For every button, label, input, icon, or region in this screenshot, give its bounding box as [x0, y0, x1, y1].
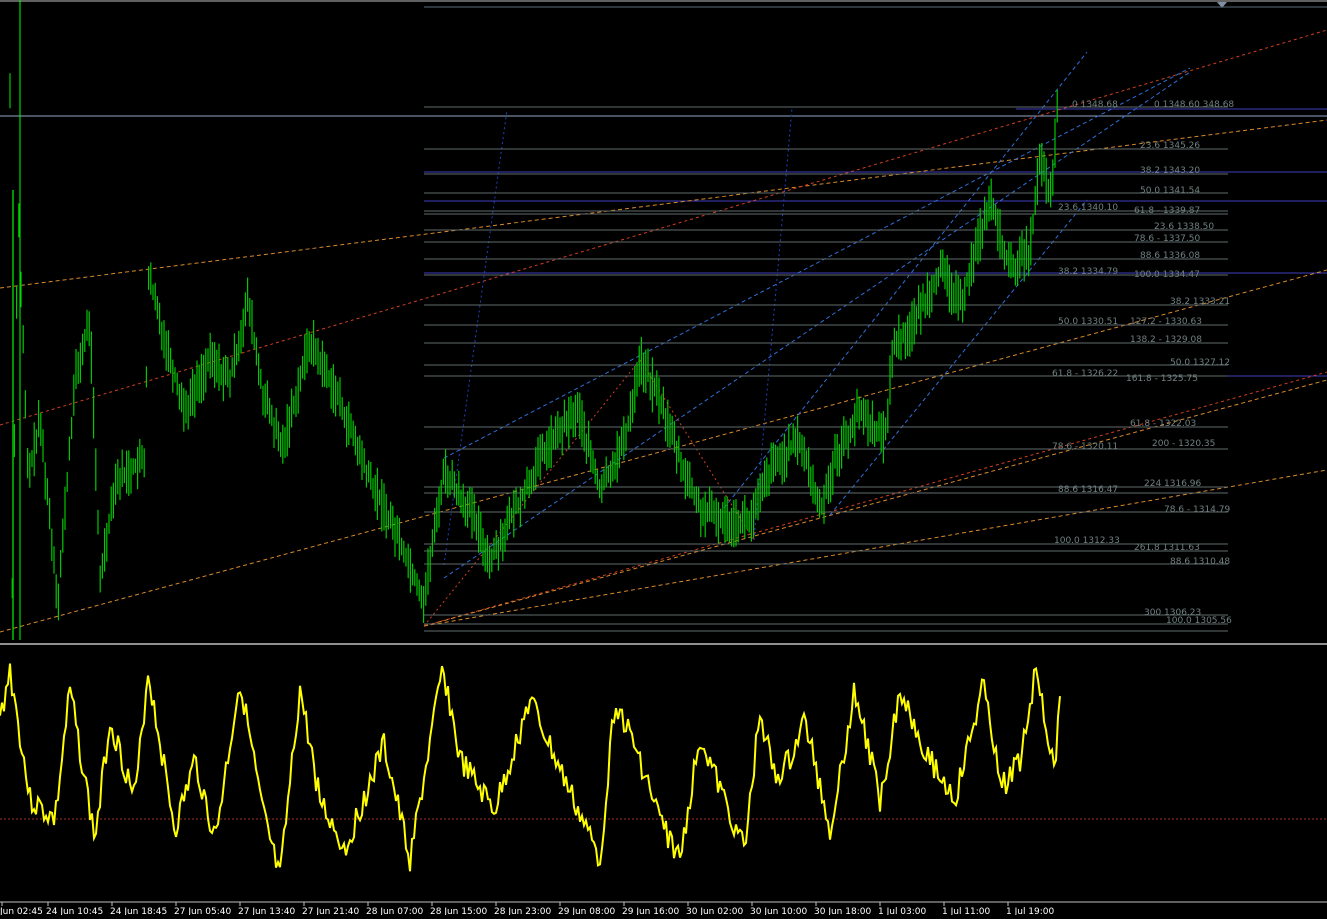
time-axis-label: 27 Jun 21:40 — [302, 907, 359, 915]
fib-label: 78.6 - 1314.79 — [1164, 505, 1230, 515]
fib-label: 0 1348.60 348.68 — [1154, 100, 1234, 110]
fib-label: 23.6 1345.26 — [1140, 141, 1200, 151]
trend-line[interactable] — [723, 51, 1088, 509]
trend-line[interactable] — [423, 379, 1327, 627]
chart-area[interactable]: 0 1348.68 0 1348.60 348.68 23.6 1345.26 38.… — [0, 0, 1327, 917]
fib-label: 23.6 1338.50 — [1154, 222, 1214, 232]
fib-label: 50.0 1327.12 — [1170, 358, 1230, 368]
fib-label: 138.2 - 1329.08 — [1130, 335, 1202, 345]
fib-label: 38.2 1343.20 — [1140, 166, 1200, 176]
fib-label: 50.0 1330.51 — [1058, 317, 1118, 327]
fib-label: 0 1348.68 — [1072, 100, 1118, 110]
time-axis-label: 1 Jul 19:00 — [1006, 907, 1055, 915]
fib-label: 88.6 1316.47 — [1058, 485, 1118, 495]
fib-label: 161.8 - 1325.75 — [1126, 374, 1198, 384]
fib-label: 61.8 - 1322.03 — [1130, 419, 1196, 429]
time-axis-label: 30 Jun 18:00 — [814, 907, 871, 915]
trend-line[interactable] — [443, 109, 508, 566]
time-axis-label: 29 Jun 08:00 — [558, 907, 615, 915]
trend-line[interactable] — [0, 269, 1327, 633]
fib-label: 61.8 - 1326.22 — [1052, 369, 1118, 379]
fib-label: 78.6 - 1337.50 — [1134, 234, 1200, 244]
fib-label: 88.6 1310.48 — [1170, 557, 1230, 567]
time-axis: Jun 02:45 24 Jun 10:45 24 Jun 18:45 27 Jun … — [0, 902, 1055, 917]
fib-label: 100.0 1334.47 — [1134, 270, 1200, 280]
time-axis-label: 28 Jun 23:00 — [494, 907, 551, 915]
time-axis-label: 24 Jun 18:45 — [110, 907, 167, 915]
fib-label: 127.2 - 1330.63 — [1130, 317, 1202, 327]
trend-line[interactable] — [0, 119, 1327, 289]
fib-label: 38.2 1333.21 — [1170, 297, 1230, 307]
time-axis-label: 29 Jun 16:00 — [622, 907, 679, 915]
trend-line[interactable] — [423, 371, 1327, 627]
fib-label: 200 - 1320.35 — [1152, 439, 1215, 449]
time-axis-label: 24 Jun 10:45 — [46, 907, 103, 915]
time-axis-label: 27 Jun 05:40 — [174, 907, 231, 915]
fib-label: 88.6 1336.08 — [1140, 251, 1200, 261]
time-axis-label: 1 Jul 03:00 — [878, 907, 927, 915]
trend-line[interactable] — [443, 67, 1191, 459]
time-axis-label: 27 Jun 13:40 — [238, 907, 295, 915]
chart-svg[interactable]: 0 1348.68 0 1348.60 348.68 23.6 1345.26 38.… — [0, 0, 1327, 917]
time-axis-label: 28 Jun 15:00 — [430, 907, 487, 915]
time-axis-label: 28 Jun 07:00 — [366, 907, 423, 915]
time-axis-label: 1 Jul 11:00 — [942, 907, 991, 915]
time-axis-label: 30 Jun 02:00 — [686, 907, 743, 915]
fib-label: 100.0 1305.56 — [1166, 616, 1232, 626]
fib-label: 78.6 - 1320.11 — [1052, 442, 1118, 452]
trend-line[interactable] — [829, 199, 1088, 516]
fib-label: 50.0 1341.54 — [1140, 186, 1200, 196]
fib-label: 100.0 1312.33 — [1054, 536, 1120, 546]
fib-label: 38.2 1334.79 — [1058, 267, 1118, 277]
fib-label: 224 1316.96 — [1144, 479, 1202, 489]
time-axis-label: 30 Jun 10:00 — [750, 907, 807, 915]
fib-label: 261.8 1311.63 — [1134, 543, 1200, 553]
price-series — [9, 73, 1058, 640]
fib-label: 23.6 1340.10 — [1058, 203, 1118, 213]
fib-labels: 0 1348.68 0 1348.60 348.68 23.6 1345.26 38.… — [1052, 100, 1234, 626]
time-axis-label: Jun 02:45 — [0, 907, 43, 915]
fib-label: 61.8 - 1339.87 — [1134, 206, 1200, 216]
oscillator-line — [0, 663, 1061, 872]
